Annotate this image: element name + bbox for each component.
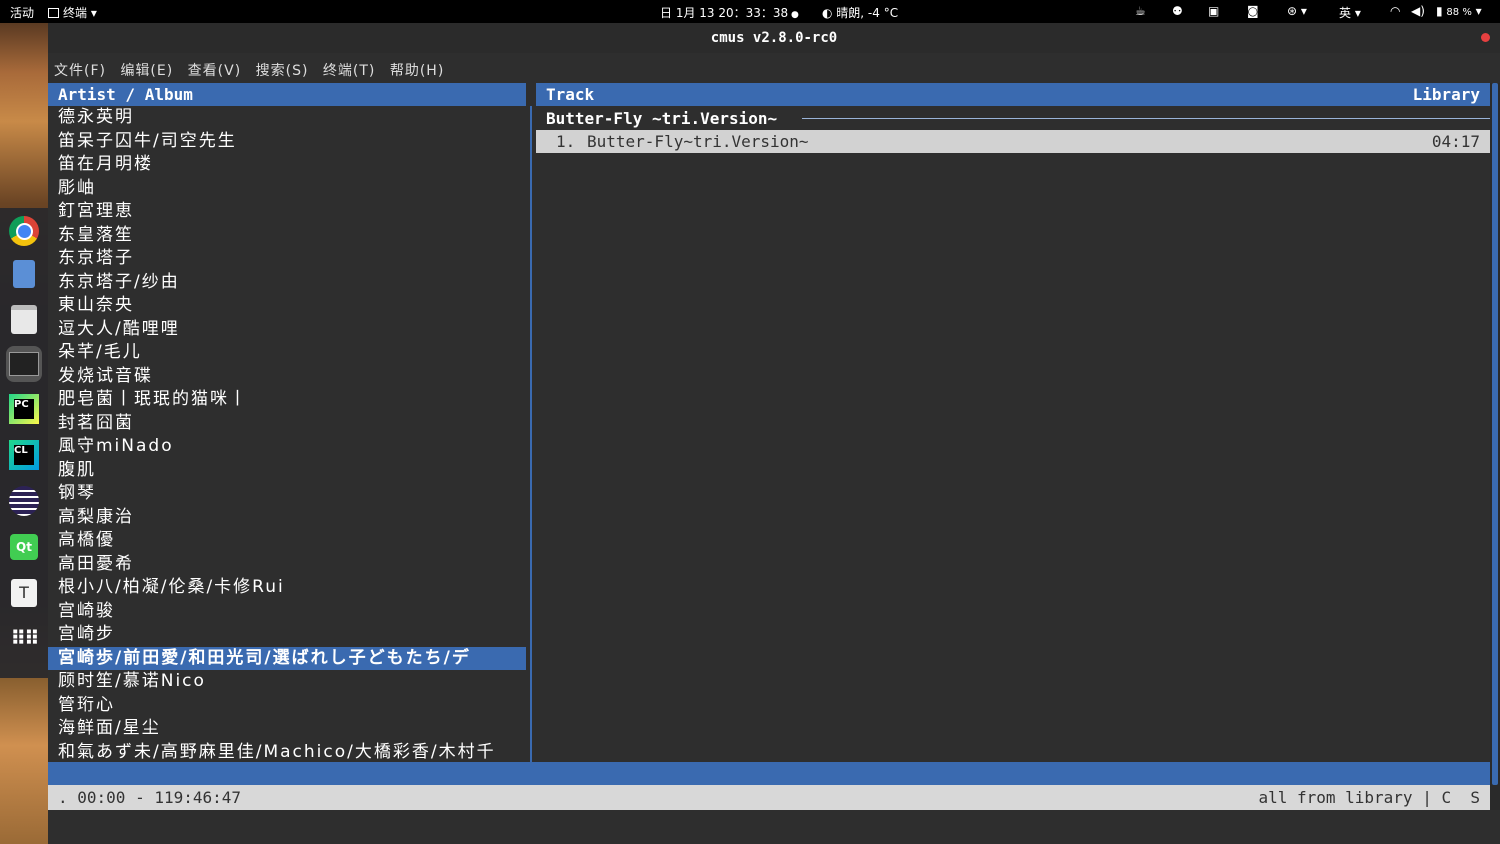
pycharm-icon[interactable]: PC: [6, 391, 42, 427]
battery-indicator[interactable]: ▮ 88 % ▾: [1436, 4, 1482, 18]
artist-item[interactable]: 管珩心: [48, 694, 526, 718]
qt-creator-icon[interactable]: Qt: [6, 529, 42, 565]
artist-item[interactable]: 钢琴: [48, 482, 526, 506]
track-header-label: Track: [546, 85, 595, 104]
people-icon[interactable]: ⚉: [1172, 4, 1183, 18]
accessibility-icon[interactable]: ⊛ ▾: [1287, 4, 1307, 18]
app-name: 终端: [63, 6, 88, 20]
artist-list[interactable]: 德永英明 笛呆子囚牛/司空先生 笛在月明楼 彫岫 釘宮理恵 东皇落笙 东京塔子 东京塔子/纱由…: [48, 106, 526, 764]
artist-item[interactable]: 肥皂菌丨珉珉的猫咪丨: [48, 388, 526, 412]
artist-item[interactable]: 釘宮理恵: [48, 200, 526, 224]
artist-item[interactable]: 腹肌: [48, 459, 526, 483]
menu-help[interactable]: 帮助(H): [390, 60, 444, 80]
artist-item[interactable]: 宫崎骏: [48, 600, 526, 624]
app-menu[interactable]: 终端 ▾: [48, 4, 97, 21]
terminal-window: cmus v2.8.0-rc0 文件(F) 编辑(E) 查看(V) 搜索(S) …: [48, 23, 1500, 844]
dock: PC CL Qt T ⠿⠿: [0, 23, 48, 844]
input-method[interactable]: 英 ▾: [1339, 4, 1361, 21]
volume-icon[interactable]: ◀): [1411, 4, 1425, 18]
menu-terminal[interactable]: 终端(T): [323, 60, 375, 80]
scrollbar-thumb[interactable]: [1492, 83, 1498, 785]
artist-item[interactable]: 封茗囧菌: [48, 412, 526, 436]
software-center-icon[interactable]: [6, 301, 42, 337]
library-status: all from library | C S: [1258, 788, 1480, 807]
window-title: cmus v2.8.0-rc0: [710, 30, 838, 46]
artist-item[interactable]: 海鲜面/星尘: [48, 717, 526, 741]
terminal-icon: [48, 8, 59, 18]
terminal-app-icon[interactable]: [6, 346, 42, 382]
artist-item[interactable]: 宫崎步: [48, 623, 526, 647]
track-number: 1.: [556, 132, 576, 151]
eclipse-icon[interactable]: [6, 483, 42, 519]
command-line[interactable]: . 00:00 - 119:46:47 all from library | C…: [48, 785, 1490, 810]
wifi-icon[interactable]: ◠: [1390, 4, 1400, 18]
chevron-down-icon: ▾: [1471, 4, 1482, 18]
top-panel: 活动 终端 ▾ 日 1月 13 20：33：38 ● ◐ 晴朗, -4 °C ☕…: [0, 0, 1500, 23]
clock-text: 日 1月 13 20：33：38: [660, 6, 789, 20]
menu-edit[interactable]: 编辑(E): [120, 60, 173, 80]
playback-status: . 00:00 - 119:46:47: [58, 788, 242, 807]
weather-indicator[interactable]: ◐ 晴朗, -4 °C: [822, 4, 898, 21]
input-method-label: 英: [1339, 6, 1352, 20]
title-bar: cmus v2.8.0-rc0: [48, 23, 1500, 53]
app-grid-icon[interactable]: ⠿⠿: [6, 620, 42, 656]
clock[interactable]: 日 1月 13 20：33：38 ●: [660, 4, 799, 21]
artist-item[interactable]: 逗大人/酷哩哩: [48, 318, 526, 342]
activities-button[interactable]: 活动: [10, 4, 34, 21]
track-title: Butter-Fly~tri.Version~: [587, 132, 809, 151]
artist-item[interactable]: 高梨康治: [48, 506, 526, 530]
artist-item[interactable]: 东京塔子/纱由: [48, 271, 526, 295]
chevron-down-icon: ▾: [87, 6, 97, 20]
artist-item[interactable]: 高橋優: [48, 529, 526, 553]
album-separator: [802, 118, 1490, 119]
clion-icon[interactable]: CL: [6, 437, 42, 473]
artist-item[interactable]: 东皇落笙: [48, 224, 526, 248]
artist-item[interactable]: 笛在月明楼: [48, 153, 526, 177]
scrollbar[interactable]: [1490, 83, 1500, 810]
track-duration: 04:17: [1431, 132, 1480, 151]
artist-item[interactable]: 高田憂希: [48, 553, 526, 577]
chrome-icon[interactable]: [6, 213, 42, 249]
track-row[interactable]: 1. Butter-Fly~tri.Version~ 04:17: [536, 130, 1490, 153]
menu-view[interactable]: 查看(V): [188, 60, 242, 80]
artist-item[interactable]: 和氣あず未/高野麻里佳/Machico/大橋彩香/木村千: [48, 741, 526, 765]
artist-item[interactable]: 发烧试音碟: [48, 365, 526, 389]
pane-divider: [530, 106, 532, 762]
moon-icon: ◐: [822, 6, 837, 20]
typora-icon[interactable]: T: [6, 575, 42, 611]
terminal-content[interactable]: Artist / Album Track Library 德永英明 笛呆子囚牛/司…: [48, 83, 1490, 810]
artist-item[interactable]: 彫岫: [48, 177, 526, 201]
artist-album-header: Artist / Album: [48, 83, 526, 106]
notification-dot-icon: ●: [788, 10, 799, 20]
camera-icon[interactable]: ◙: [1247, 4, 1259, 18]
artist-item[interactable]: 東山奈央: [48, 294, 526, 318]
battery-text: 88 %: [1446, 7, 1472, 18]
artist-item[interactable]: 風守miNado: [48, 435, 526, 459]
album-title: Butter-Fly ~tri.Version~: [546, 109, 778, 128]
status-bar: [48, 762, 1490, 785]
artist-item[interactable]: 顾时笙/慕诺Nico: [48, 670, 526, 694]
artist-item[interactable]: 宮崎歩/前田愛/和田光司/選ばれし子どもたち/デ: [48, 646, 526, 670]
files-icon[interactable]: [6, 256, 42, 292]
artist-item[interactable]: 东京塔子: [48, 247, 526, 271]
view-mode-label: Library: [1412, 85, 1480, 104]
chevron-down-icon: ▾: [1351, 6, 1361, 20]
cup-icon[interactable]: ☕: [1135, 4, 1146, 18]
artist-item[interactable]: 德永英明: [48, 106, 526, 130]
artist-item[interactable]: 朵芊/毛儿: [48, 341, 526, 365]
artist-item[interactable]: 根小八/柏凝/伦桑/卡修Rui: [48, 576, 526, 600]
artist-item[interactable]: 笛呆子囚牛/司空先生: [48, 130, 526, 154]
weather-text: 晴朗, -4 °C: [836, 6, 899, 20]
menu-search[interactable]: 搜索(S): [256, 60, 309, 80]
menu-file[interactable]: 文件(F): [54, 60, 106, 80]
close-button[interactable]: [1481, 33, 1490, 42]
chart-icon[interactable]: ▣: [1208, 4, 1219, 18]
menu-bar: 文件(F) 编辑(E) 查看(V) 搜索(S) 终端(T) 帮助(H): [48, 53, 1500, 83]
track-header: Track Library: [536, 83, 1490, 106]
battery-icon: ▮: [1436, 4, 1447, 18]
